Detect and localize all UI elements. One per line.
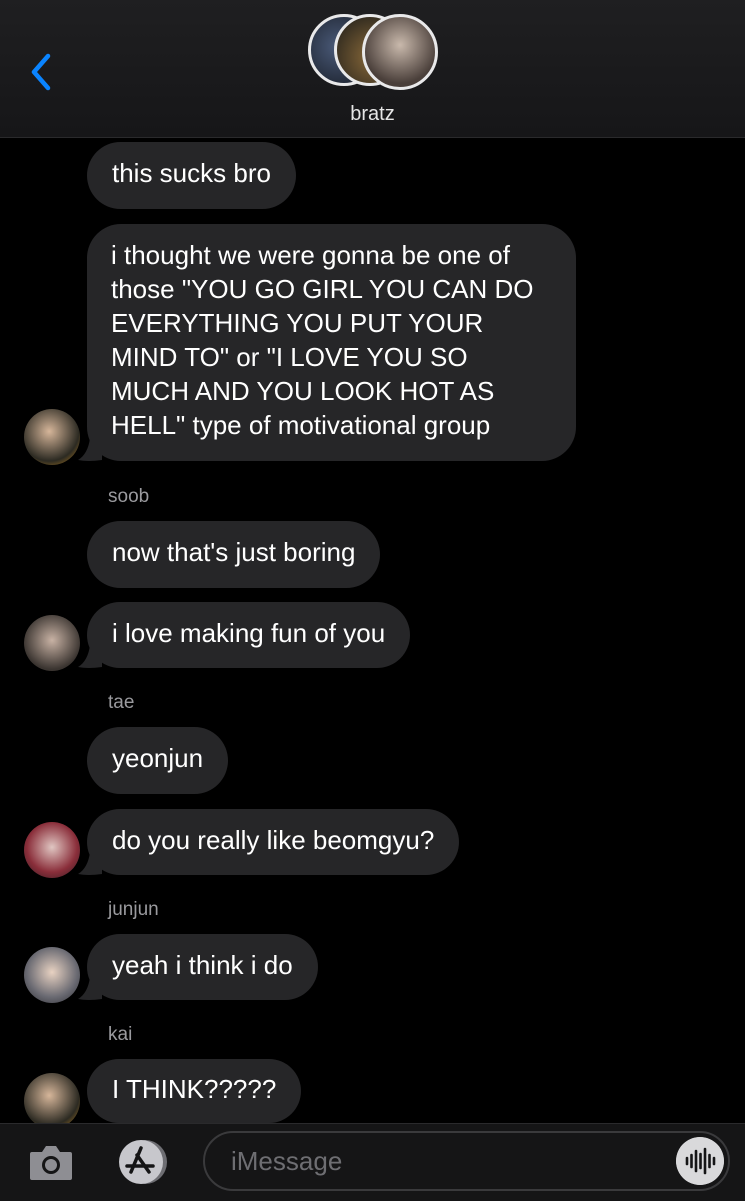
message-bubble[interactable]: now that's just boring [87, 521, 381, 588]
sender-name: tae [108, 692, 135, 713]
message-bubble[interactable]: i love making fun of you [87, 602, 411, 668]
message-bubble[interactable]: yeonjun [87, 727, 229, 794]
bubble-tail [78, 645, 102, 668]
avatar[interactable] [24, 947, 80, 1003]
app-store-icon[interactable] [114, 1137, 172, 1187]
bubble-tail [78, 977, 102, 1000]
bubble-tail [78, 438, 102, 461]
group-name[interactable]: bratz [0, 103, 745, 126]
message-bubble[interactable]: yeah i think i do [87, 934, 318, 1000]
sender-name: soob [108, 486, 150, 507]
message-bubble[interactable]: i thought we were gonna be one of those … [87, 224, 576, 461]
message-text: yeonjun [112, 743, 204, 773]
message-text: I THINK????? [112, 1074, 277, 1104]
message-bubble[interactable]: I THINK????? [87, 1059, 302, 1123]
message-input[interactable]: iMessage [203, 1131, 730, 1191]
camera-icon[interactable] [28, 1140, 74, 1184]
message-text: i thought we were gonna be one of those … [111, 240, 534, 440]
input-placeholder: iMessage [231, 1146, 343, 1176]
message-text: now that's just boring [112, 537, 356, 567]
bubble-tail [78, 852, 102, 875]
avatar[interactable] [24, 822, 80, 878]
message-text: yeah i think i do [112, 950, 293, 980]
audio-waveform-icon[interactable] [676, 1137, 724, 1185]
conversation-header: bratz [0, 0, 745, 138]
message-bubble[interactable]: this sucks bro [87, 142, 296, 209]
avatar[interactable] [24, 409, 80, 465]
chevron-left-icon[interactable] [28, 50, 56, 94]
message-text: i love making fun of you [112, 618, 386, 648]
avatar[interactable] [24, 615, 80, 671]
message-text: do you really like beomgyu? [112, 825, 435, 855]
avatar[interactable] [24, 1073, 80, 1129]
sender-name: junjun [108, 899, 159, 920]
group-avatar-stack[interactable] [308, 14, 438, 94]
message-text: this sucks bro [112, 158, 271, 188]
sender-name: kai [108, 1024, 133, 1045]
message-bubble[interactable]: do you really like beomgyu? [87, 809, 460, 875]
avatar [362, 14, 438, 90]
